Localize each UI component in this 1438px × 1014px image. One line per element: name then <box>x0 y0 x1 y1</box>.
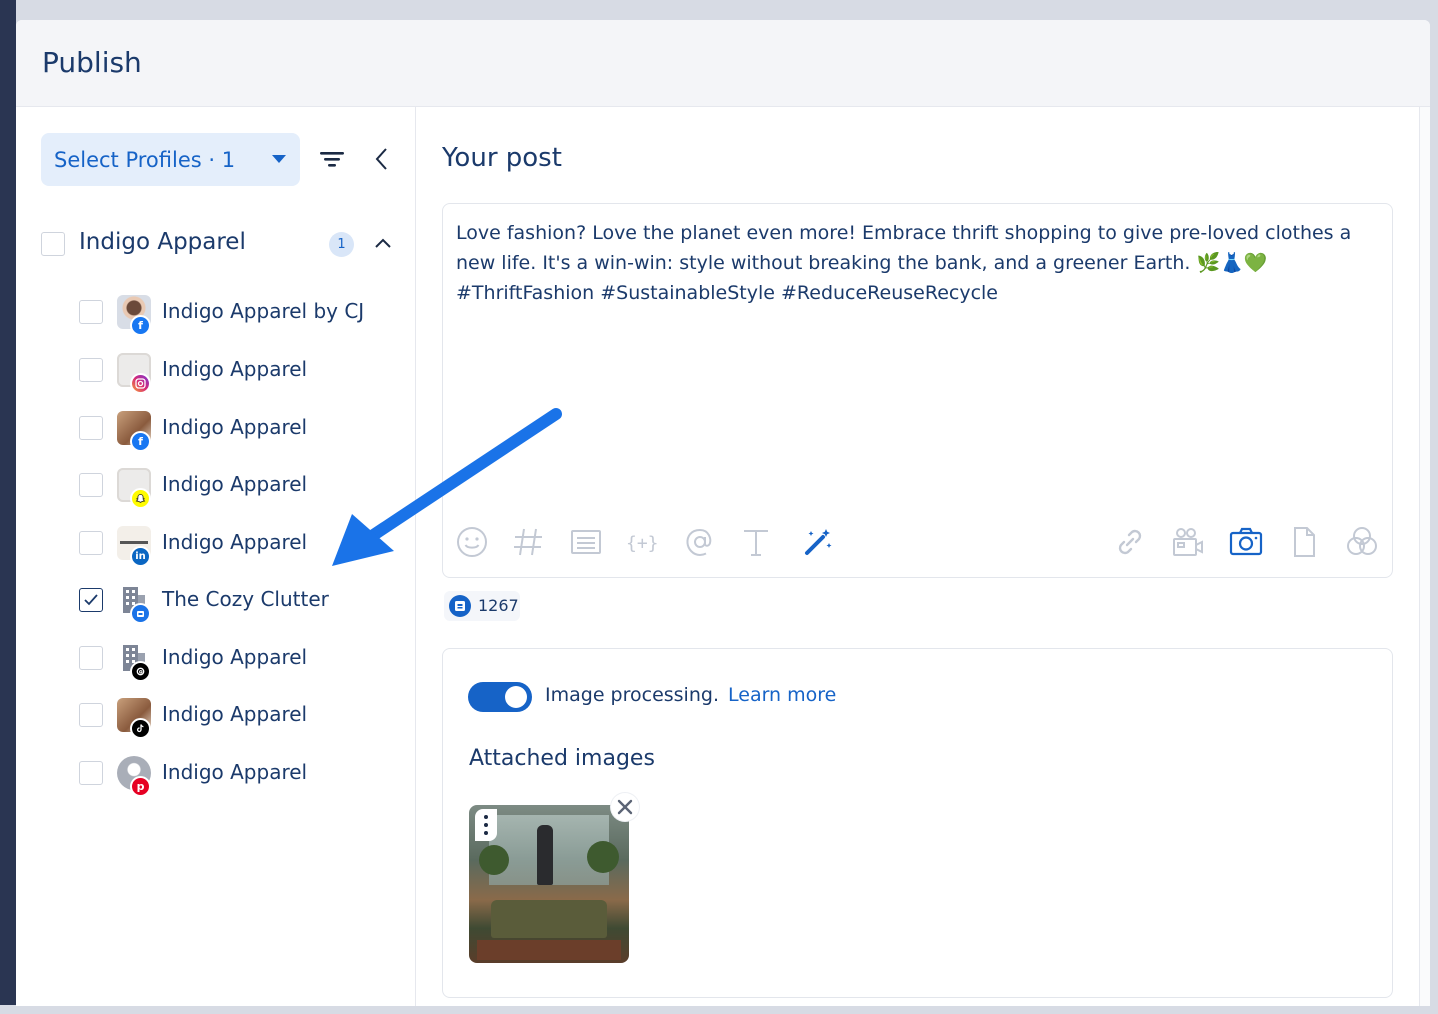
tiktok-icon <box>130 718 151 739</box>
more-options-icon[interactable] <box>475 809 497 841</box>
video-icon[interactable] <box>1171 525 1205 559</box>
profile-name: Indigo Apparel <box>162 472 308 496</box>
profile-item[interactable]: p Indigo Apparel <box>79 756 399 797</box>
svg-text:{+}: {+} <box>626 533 659 554</box>
publish-modal: Publish Select Profiles · 1 Indigo Appar… <box>16 20 1430 1006</box>
snippets-icon[interactable] <box>569 525 603 559</box>
profile-checkbox[interactable] <box>79 646 103 670</box>
link-icon[interactable] <box>1113 525 1147 559</box>
pinterest-icon: p <box>130 776 151 797</box>
profile-avatar: in <box>117 526 151 567</box>
linkedin-icon: in <box>130 546 151 567</box>
post-text-editor[interactable]: Love fashion? Love the planet even more!… <box>442 203 1393 578</box>
overlay-icon[interactable] <box>1345 525 1379 559</box>
profile-name: Indigo Apparel <box>162 530 308 554</box>
profile-name: The Cozy Clutter <box>162 587 329 611</box>
profile-group-row[interactable]: Indigo Apparel 1 <box>41 227 401 261</box>
facebook-icon: f <box>130 315 151 336</box>
mention-icon[interactable] <box>683 525 717 559</box>
profile-item[interactable]: Indigo Apparel <box>79 641 399 682</box>
profile-name: Indigo Apparel <box>162 760 308 784</box>
scrollbar[interactable] <box>1419 107 1430 1006</box>
instagram-icon <box>130 373 151 394</box>
profile-item[interactable]: Indigo Apparel <box>79 698 399 739</box>
post-text-line: #ThriftFashion #SustainableStyle #Reduce… <box>456 282 998 304</box>
facebook-icon: f <box>130 431 151 452</box>
media-card: Image processing. Learn more Attached im… <box>442 648 1393 998</box>
profile-checkbox[interactable] <box>79 416 103 440</box>
image-processing-label: Image processing. <box>545 684 719 706</box>
profile-name: Indigo Apparel <box>162 702 308 726</box>
snapchat-icon <box>130 488 151 509</box>
learn-more-link[interactable]: Learn more <box>728 684 836 706</box>
character-counter: 1267 <box>444 591 520 621</box>
threads-icon <box>130 661 151 682</box>
profile-checkbox[interactable] <box>79 761 103 785</box>
profile-avatar <box>117 583 151 624</box>
profile-avatar: p <box>117 756 151 797</box>
profile-avatar <box>117 353 151 394</box>
group-label: Indigo Apparel <box>79 229 246 255</box>
post-text-line: Love fashion? Love the planet even more!… <box>456 222 1352 244</box>
close-icon[interactable] <box>611 793 639 821</box>
background-sidebar <box>0 0 16 1014</box>
document-icon[interactable] <box>1287 525 1321 559</box>
profile-item[interactable]: Indigo Apparel <box>79 353 399 394</box>
background-bottom-edge <box>0 1005 1438 1014</box>
post-editor-panel: Your post Love fashion? Love the planet … <box>416 107 1419 1006</box>
profile-item[interactable]: Indigo Apparel <box>79 468 399 509</box>
filter-icon[interactable] <box>318 147 346 171</box>
modal-header: Publish <box>16 20 1430 107</box>
profile-item[interactable]: The Cozy Clutter <box>79 583 399 624</box>
profile-item[interactable]: f Indigo Apparel <box>79 411 399 452</box>
profile-checkbox[interactable] <box>79 358 103 382</box>
character-count: 1267 <box>478 596 519 615</box>
profiles-panel: Select Profiles · 1 Indigo Apparel 1 f I… <box>16 107 416 1006</box>
variables-icon[interactable]: {+} <box>625 525 659 559</box>
group-checkbox[interactable] <box>41 232 65 256</box>
select-profiles-dropdown[interactable]: Select Profiles · 1 <box>41 133 300 186</box>
background-right-edge <box>1430 0 1438 1014</box>
toggle-knob <box>505 686 527 708</box>
profile-item[interactable]: in Indigo Apparel <box>79 526 399 567</box>
profile-avatar <box>117 468 151 509</box>
profile-avatar: f <box>117 411 151 452</box>
select-profiles-label: Select Profiles · 1 <box>54 147 236 172</box>
chevron-up-icon[interactable] <box>373 235 393 251</box>
caret-down-icon <box>272 155 286 163</box>
profile-name: Indigo Apparel by CJ <box>162 299 365 323</box>
profile-avatar <box>117 641 151 682</box>
hashtag-icon[interactable] <box>511 525 545 559</box>
profile-checkbox[interactable] <box>79 300 103 324</box>
group-count-badge: 1 <box>329 232 354 257</box>
ai-assist-icon[interactable] <box>801 525 835 559</box>
attached-images-title: Attached images <box>469 746 655 771</box>
modal-title: Publish <box>42 46 142 79</box>
profile-name: Indigo Apparel <box>162 357 308 381</box>
collapse-panel-icon[interactable] <box>372 145 392 173</box>
profile-checkbox[interactable] <box>79 703 103 727</box>
profile-checkbox-checked[interactable] <box>79 588 103 612</box>
profile-checkbox[interactable] <box>79 531 103 555</box>
profile-item[interactable]: f Indigo Apparel by CJ <box>79 295 399 336</box>
profile-name: Indigo Apparel <box>162 645 308 669</box>
post-title: Your post <box>442 143 562 173</box>
camera-icon[interactable] <box>1229 525 1263 559</box>
profile-name: Indigo Apparel <box>162 415 308 439</box>
profile-checkbox[interactable] <box>79 473 103 497</box>
text-format-icon[interactable] <box>739 525 773 559</box>
profile-avatar: f <box>117 295 151 336</box>
google-business-icon <box>130 603 151 624</box>
post-text-line: new life. It's a win-win: style without … <box>456 252 1268 274</box>
emoji-icon[interactable] <box>455 525 489 559</box>
profile-avatar <box>117 698 151 739</box>
image-processing-toggle[interactable] <box>468 682 532 712</box>
post-text[interactable]: Love fashion? Love the planet even more!… <box>456 218 1376 308</box>
google-business-icon <box>449 595 471 617</box>
